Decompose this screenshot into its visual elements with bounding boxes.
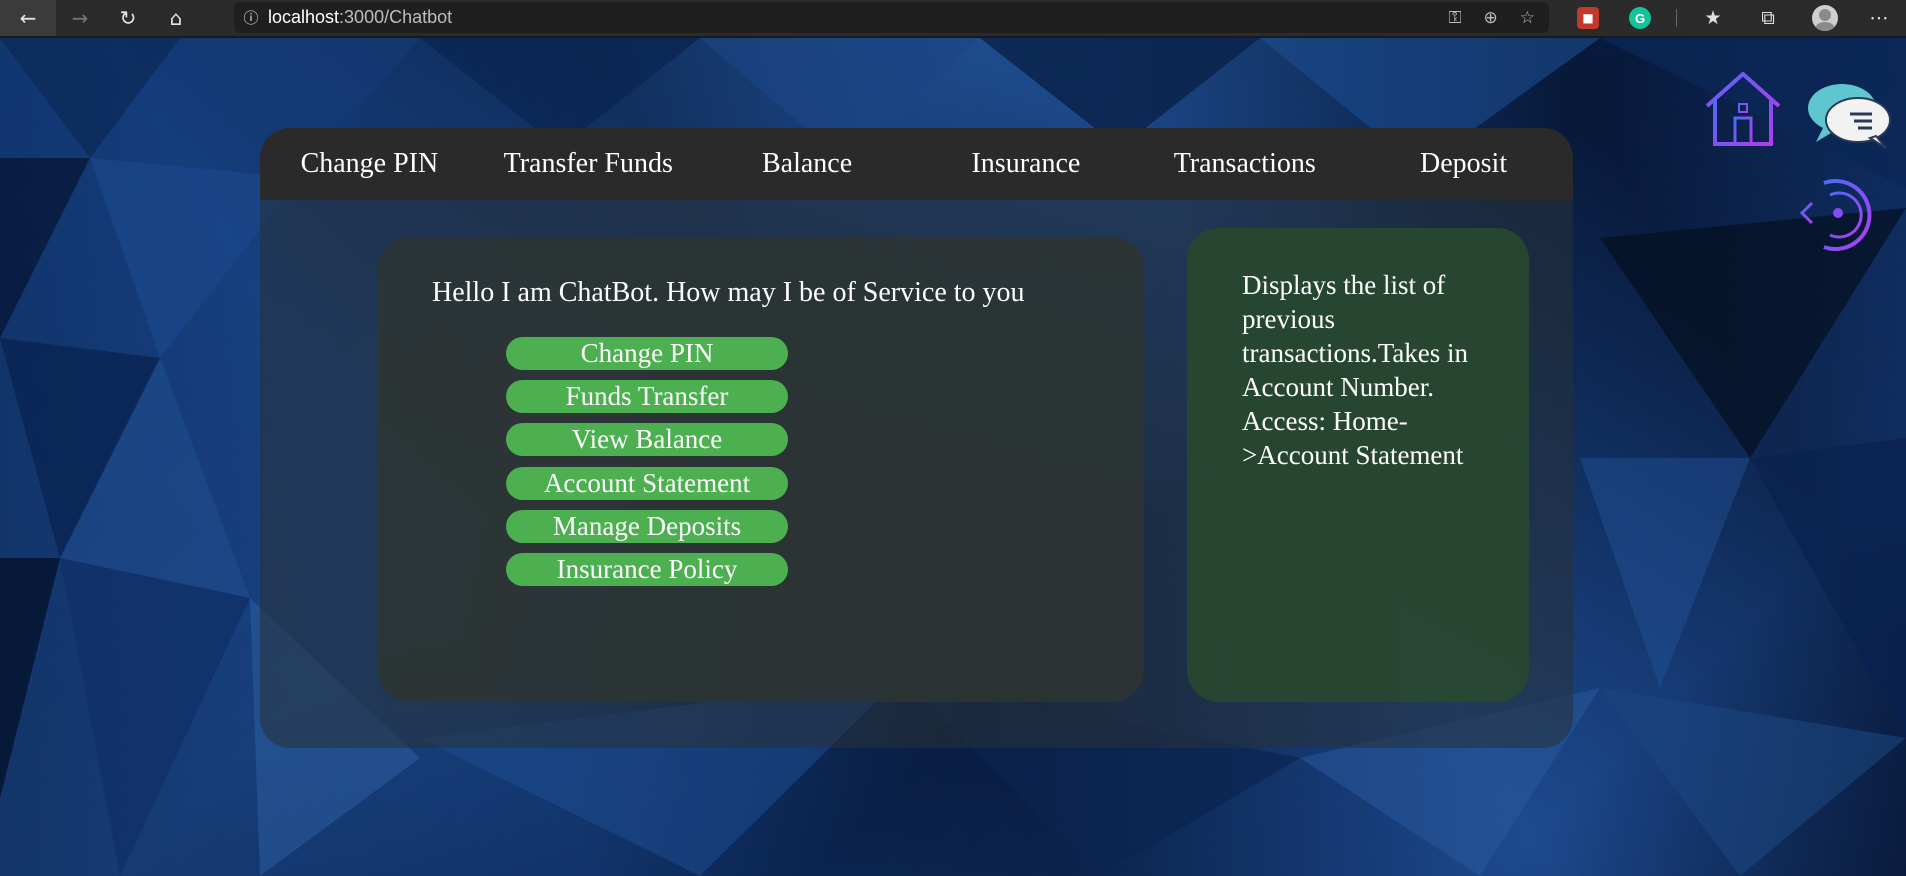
url-host: localhost (268, 7, 340, 27)
collections-icon[interactable]: ⧉ (1751, 0, 1785, 36)
nav-transactions[interactable]: Transactions (1135, 128, 1354, 200)
nav-deposit[interactable]: Deposit (1354, 128, 1573, 200)
option-manage-deposits-button[interactable]: Manage Deposits (506, 510, 788, 543)
key-icon[interactable]: ⚿ (1449, 8, 1462, 28)
favorites-icon[interactable]: ★ (1696, 0, 1730, 36)
top-navbar: Change PIN Transfer Funds Balance Insura… (260, 128, 1573, 200)
description-text: Displays the list of previous transactio… (1242, 270, 1469, 470)
nav-balance[interactable]: Balance (698, 128, 917, 200)
browser-toolbar: ← → ↻ ⌂ ⓘ localhost:3000/Chatbot ⚿ ⊕ ☆ ■… (0, 0, 1906, 38)
url-path: :3000/Chatbot (339, 7, 453, 27)
grammarly-icon[interactable]: G (1629, 7, 1651, 29)
nav-insurance[interactable]: Insurance (916, 128, 1135, 200)
info-icon[interactable]: ⓘ (234, 7, 268, 28)
address-bar[interactable]: ⓘ localhost:3000/Chatbot ⚿ ⊕ ☆ (234, 2, 1549, 33)
reload-button[interactable]: ↻ (104, 0, 152, 36)
nav-change-pin[interactable]: Change PIN (260, 128, 479, 200)
home-icon[interactable] (1703, 70, 1783, 150)
option-change-pin-button[interactable]: Change PIN (506, 337, 788, 370)
home-button[interactable]: ⌂ (152, 0, 200, 36)
chatbot-greeting: Hello I am ChatBot. How may I be of Serv… (432, 277, 1025, 308)
profile-avatar[interactable] (1812, 5, 1838, 31)
option-account-statement-button[interactable]: Account Statement (506, 467, 788, 500)
logout-icon[interactable] (1794, 175, 1874, 255)
toolbar-divider (1676, 9, 1677, 27)
zoom-icon[interactable]: ⊕ (1484, 8, 1498, 28)
extension-icon[interactable]: ■ (1577, 7, 1599, 29)
back-button[interactable]: ← (0, 0, 56, 36)
forward-button[interactable]: → (56, 0, 104, 36)
url-text[interactable]: localhost:3000/Chatbot (268, 7, 452, 28)
description-panel: Displays the list of previous transactio… (1187, 228, 1529, 702)
nav-transfer-funds[interactable]: Transfer Funds (479, 128, 698, 200)
more-menu-icon[interactable]: ⋯ (1862, 0, 1896, 36)
option-funds-transfer-button[interactable]: Funds Transfer (506, 380, 788, 413)
option-insurance-policy-button[interactable]: Insurance Policy (506, 553, 788, 586)
option-view-balance-button[interactable]: View Balance (506, 423, 788, 456)
chat-icon[interactable] (1806, 80, 1896, 150)
chatbot-panel: Hello I am ChatBot. How may I be of Serv… (378, 237, 1144, 702)
favorite-add-icon[interactable]: ☆ (1520, 8, 1535, 28)
